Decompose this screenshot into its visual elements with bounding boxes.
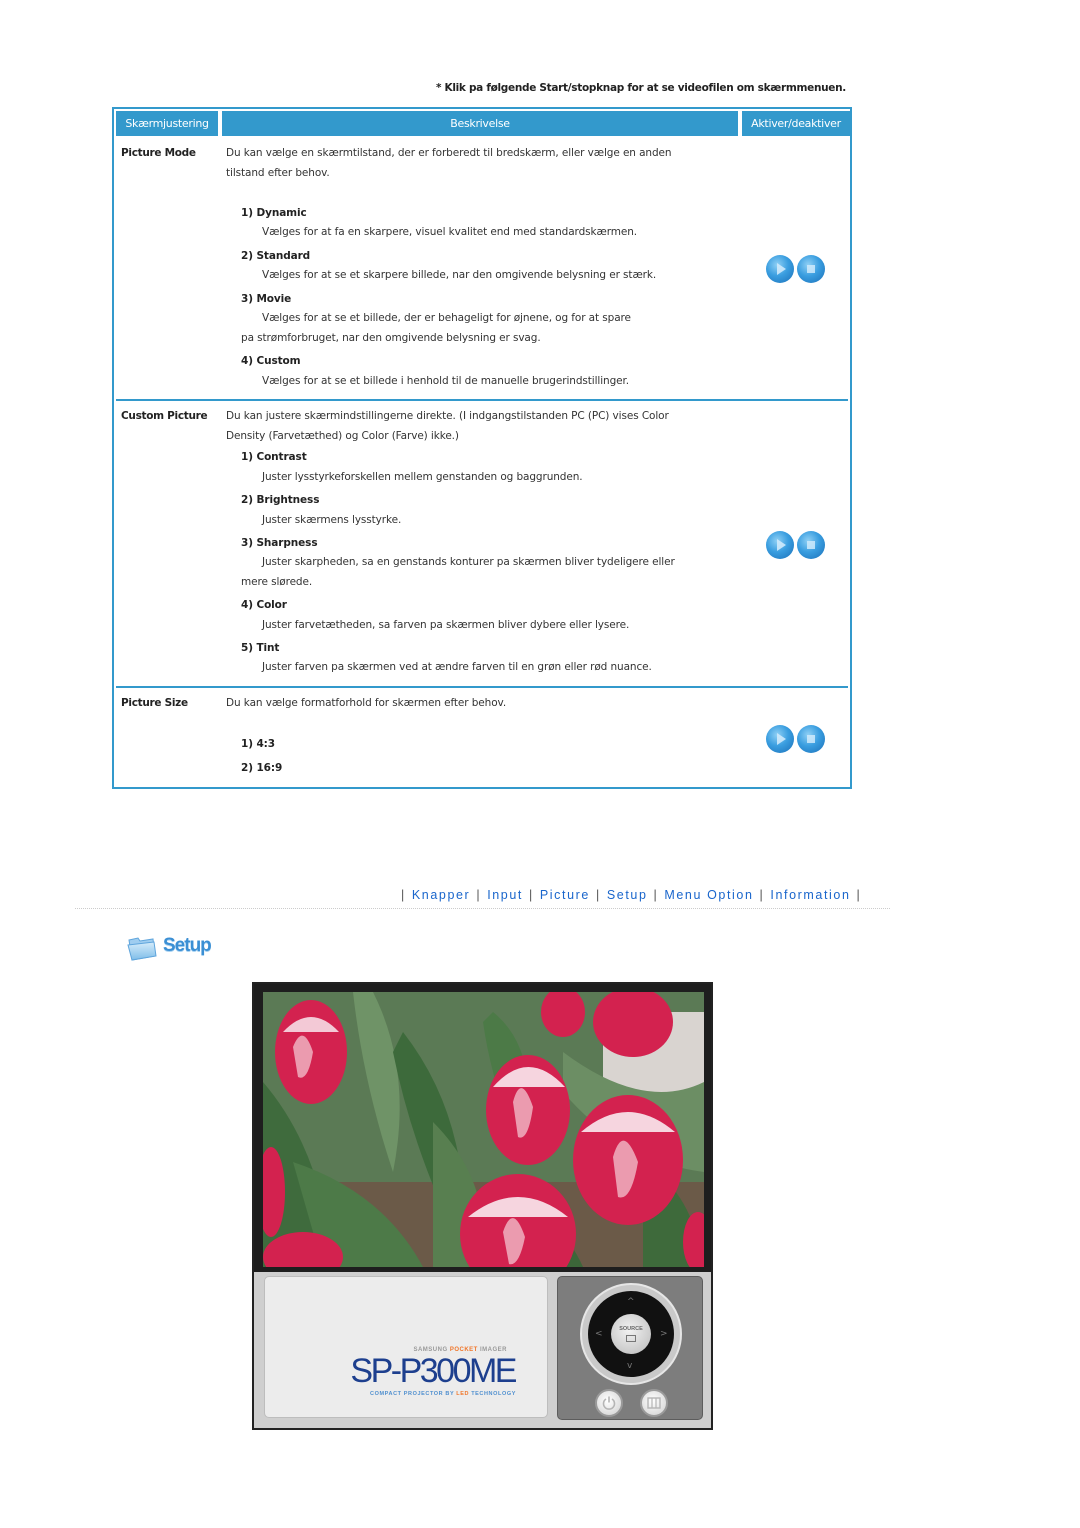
projector-screen: [254, 984, 711, 1272]
source-button[interactable]: SOURCE: [611, 1314, 651, 1354]
source-icon: [626, 1335, 636, 1342]
item-title: 2) Brightness: [241, 494, 320, 506]
nav-separator: |: [476, 888, 482, 902]
item-text: Juster skærmens lysstyrke.: [262, 514, 402, 526]
tulip-image: [263, 992, 704, 1267]
table-row-custom-picture: Custom Picture Du kan justere skærmindst…: [114, 408, 850, 686]
item-title: 3) Movie: [241, 293, 292, 305]
item-title: 4) Custom: [241, 355, 301, 367]
stop-button[interactable]: [797, 255, 825, 283]
table-header: Skærmjustering Beskrivelse Aktiver/deakt…: [116, 111, 850, 136]
row-label: Custom Picture: [121, 410, 208, 422]
row-actions: [766, 531, 828, 559]
row-label: Picture Size: [121, 697, 188, 709]
nav-separator: |: [856, 888, 862, 902]
table-row-picture-mode: Picture Mode Du kan vælge en skærmtilsta…: [114, 145, 850, 399]
nav-separator: |: [529, 888, 534, 902]
arrow-up-button[interactable]: ^: [627, 1297, 635, 1307]
header-description: Beskrivelse: [222, 111, 738, 136]
nav-link-setup[interactable]: Setup: [607, 888, 648, 902]
nav-separator: |: [401, 888, 406, 902]
arrow-down-button[interactable]: v: [627, 1361, 632, 1371]
item-title: 1) Contrast: [241, 451, 307, 463]
table-row-picture-size: Picture Size Du kan vælge formatforhold …: [114, 695, 850, 785]
nav-link-knapper[interactable]: Knapper: [412, 888, 470, 902]
row-actions: [766, 725, 828, 753]
item-title: 5) Tint: [241, 642, 280, 654]
video-instruction-note: * Klik pa følgende Start/stopknap for at…: [435, 82, 846, 94]
item-text: mere slørede.: [241, 576, 313, 588]
menu-button[interactable]: [640, 1389, 668, 1417]
nav-separator: |: [759, 888, 765, 902]
nav-separator: |: [595, 888, 601, 902]
product-label-panel: SAMSUNG POCKET IMAGER SP-P300ME COMPACT …: [264, 1276, 548, 1418]
item-text: Vælges for at se et skarpere billede, na…: [262, 269, 657, 281]
tagline-accent: LED: [456, 1391, 470, 1397]
header-adjustment: Skærmjustering: [116, 111, 218, 136]
stop-icon: [807, 541, 815, 549]
arrow-right-button[interactable]: >: [660, 1329, 668, 1339]
nav-link-menu-option[interactable]: Menu Option: [664, 888, 753, 902]
nav-divider: [75, 908, 890, 909]
power-button[interactable]: [595, 1389, 623, 1417]
section-nav: | Knapper | Input | Picture | Setup | Menu Option…: [395, 888, 867, 902]
intro-line: tilstand efter behov.: [226, 167, 330, 179]
item-text: Vælges for at se et billede, der er beha…: [262, 312, 631, 324]
intro-line: Du kan justere skærmindstillingerne dire…: [226, 410, 669, 422]
row-divider: [116, 686, 848, 688]
nav-separator: |: [653, 888, 659, 902]
intro-line: Density (Farvetæthed) og Color (Farve) i…: [226, 430, 459, 442]
stop-icon: [807, 265, 815, 273]
row-divider: [116, 399, 848, 401]
intro-line: Du kan vælge en skærmtilstand, der er fo…: [226, 147, 672, 159]
tagline: COMPACT PROJECTOR BY LED TECHNOLOGY: [370, 1391, 516, 1397]
dpad-ring: ^ v < > SOURCE: [580, 1283, 682, 1385]
item-text: Juster lysstyrkeforskellen mellem gensta…: [262, 471, 583, 483]
play-button[interactable]: [766, 725, 794, 753]
intro-line: Du kan vælge formatforhold for skærmen e…: [226, 697, 507, 709]
item-text: Vælges for at se et billede i henhold ti…: [262, 375, 630, 387]
item-text: Juster farvetætheden, sa farven pa skærm…: [262, 619, 630, 631]
play-button[interactable]: [766, 255, 794, 283]
power-icon: [602, 1396, 616, 1410]
source-label: SOURCE: [619, 1326, 643, 1332]
dpad: ^ v < > SOURCE: [588, 1291, 674, 1377]
model-name: SP-P300ME: [350, 1352, 517, 1390]
control-panel: ^ v < > SOURCE: [557, 1276, 703, 1420]
nav-link-information[interactable]: Information: [770, 888, 850, 902]
item-title: 1) 4:3: [241, 738, 275, 750]
folder-icon: [127, 937, 157, 961]
row-actions: [766, 255, 828, 283]
stop-icon: [807, 735, 815, 743]
nav-link-input[interactable]: Input: [487, 888, 523, 902]
item-title: 4) Color: [241, 599, 287, 611]
item-text: Juster farven pa skærmen ved at ændre fa…: [262, 661, 652, 673]
header-toggle: Aktiver/deaktiver: [742, 111, 850, 136]
stop-button[interactable]: [797, 531, 825, 559]
arrow-left-button[interactable]: <: [595, 1329, 603, 1339]
play-icon: [777, 539, 786, 551]
tagline-text: COMPACT PROJECTOR BY: [370, 1391, 457, 1397]
play-icon: [777, 733, 786, 745]
item-text: Vælges for at fa en skarpere, visuel kva…: [262, 226, 638, 238]
projector-illustration: SAMSUNG POCKET IMAGER SP-P300ME COMPACT …: [252, 982, 713, 1430]
settings-table: Skærmjustering Beskrivelse Aktiver/deakt…: [112, 107, 852, 789]
tulip-photo: [263, 992, 704, 1267]
item-title: 1) Dynamic: [241, 207, 307, 219]
stop-button[interactable]: [797, 725, 825, 753]
row-label: Picture Mode: [121, 147, 196, 159]
section-title: Setup: [163, 935, 212, 956]
menu-icon: [647, 1397, 661, 1409]
item-title: 3) Sharpness: [241, 537, 318, 549]
tagline-text: TECHNOLOGY: [469, 1391, 516, 1397]
item-title: 2) 16:9: [241, 762, 283, 774]
play-button[interactable]: [766, 531, 794, 559]
item-text: Juster skarpheden, sa en genstands kontu…: [262, 556, 675, 568]
item-text: pa strømforbruget, nar den omgivende bel…: [241, 332, 541, 344]
item-title: 2) Standard: [241, 250, 311, 262]
play-icon: [777, 263, 786, 275]
nav-link-picture[interactable]: Picture: [540, 888, 590, 902]
